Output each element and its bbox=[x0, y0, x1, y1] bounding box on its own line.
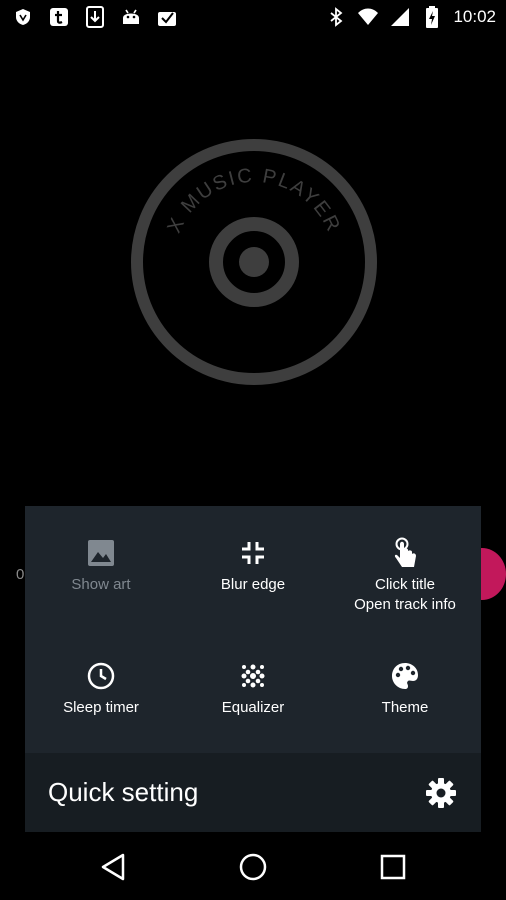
checkbox-icon bbox=[156, 6, 178, 28]
tile-label: Click title Open track info bbox=[329, 575, 481, 615]
tile-theme[interactable]: Theme bbox=[329, 661, 481, 718]
tile-label: Show art bbox=[71, 576, 131, 593]
battery-icon bbox=[421, 6, 443, 28]
palette-icon bbox=[390, 661, 420, 691]
tile-label: Sleep timer bbox=[63, 699, 139, 716]
clock-icon bbox=[86, 661, 116, 691]
tile-sleep-timer[interactable]: Sleep timer bbox=[25, 661, 177, 718]
home-icon[interactable] bbox=[236, 850, 270, 884]
equalizer-dots-icon bbox=[238, 661, 268, 691]
quick-settings-grid: Show art Blur edge Click title Open trac… bbox=[25, 506, 481, 753]
tile-click-title[interactable]: Click title Open track info bbox=[329, 537, 481, 615]
gear-icon[interactable] bbox=[425, 777, 457, 809]
quick-settings-panel: Show art Blur edge Click title Open trac… bbox=[25, 506, 481, 832]
back-icon[interactable] bbox=[96, 850, 130, 884]
android-icon bbox=[120, 6, 142, 28]
edge-text: 0 bbox=[16, 566, 25, 583]
download-icon bbox=[84, 6, 106, 28]
tile-label: Theme bbox=[381, 699, 429, 716]
collapse-icon bbox=[238, 538, 268, 568]
tile-label: Blur edge bbox=[220, 576, 286, 593]
tile-show-art[interactable]: Show art bbox=[25, 538, 177, 595]
status-time: 10:02 bbox=[453, 7, 496, 26]
recents-icon[interactable] bbox=[376, 850, 410, 884]
bluetooth-icon bbox=[325, 6, 347, 28]
quick-settings-title: Quick setting bbox=[48, 777, 199, 807]
status-bar: 10:02 bbox=[0, 0, 506, 34]
tile-equalizer[interactable]: Equalizer bbox=[177, 661, 329, 718]
signal-icon bbox=[389, 6, 411, 28]
tumblr-icon bbox=[48, 6, 70, 28]
tile-label-line2: Open track info bbox=[354, 596, 456, 613]
music-player-logo: X MUSIC PLAYER bbox=[130, 138, 378, 386]
shield-icon bbox=[12, 6, 34, 28]
quick-settings-footer: Quick setting bbox=[25, 753, 481, 832]
image-icon bbox=[86, 538, 116, 568]
touch-icon bbox=[390, 537, 420, 568]
tile-label: Equalizer bbox=[221, 699, 285, 716]
tile-blur-edge[interactable]: Blur edge bbox=[177, 538, 329, 595]
wifi-icon bbox=[357, 6, 379, 28]
navigation-bar bbox=[0, 830, 506, 900]
tile-label-line1: Click title bbox=[374, 576, 435, 593]
